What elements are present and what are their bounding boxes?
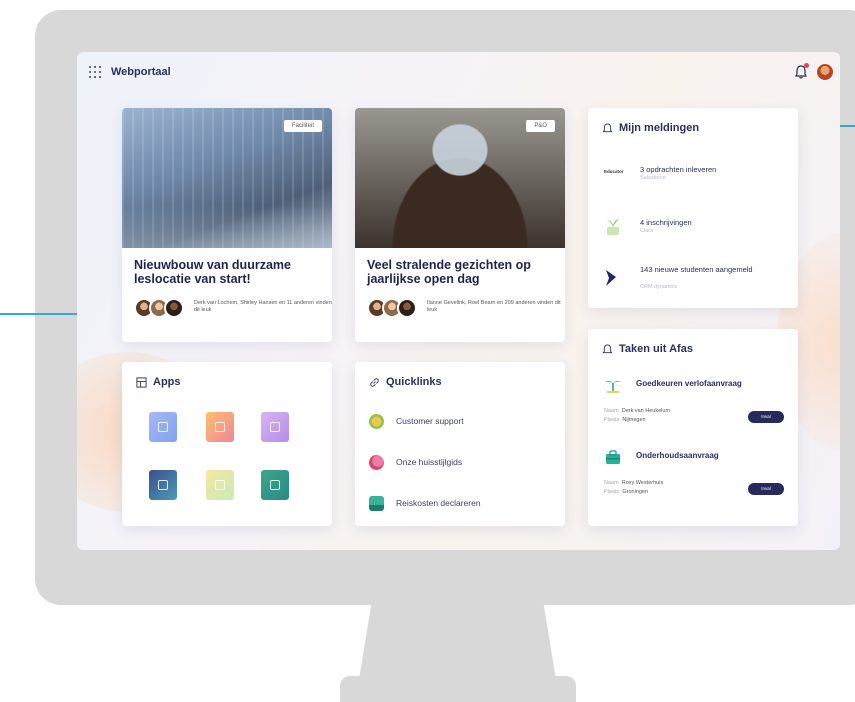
notifications-header: Mijn meldingen bbox=[602, 122, 699, 134]
app-title: Webportaal bbox=[111, 66, 171, 78]
notification-title: 3 opdrachten inleveren bbox=[640, 165, 717, 174]
task-action-button[interactable]: Inval bbox=[748, 483, 784, 495]
news-tag[interactable]: P&O bbox=[526, 120, 555, 132]
task-meta: Naam Derk van Heukelum Plaats Nijmegen bbox=[604, 408, 671, 423]
apps-title: Apps bbox=[153, 376, 181, 388]
plant-icon bbox=[604, 216, 626, 235]
apps-header: Apps bbox=[136, 376, 181, 388]
apps-panel: Apps bbox=[122, 362, 332, 526]
notification-title: 143 nieuwe studenten aangemeld bbox=[640, 265, 753, 274]
palm-tree-icon bbox=[604, 377, 622, 393]
bell-icon bbox=[602, 343, 613, 353]
app-launcher-icon[interactable] bbox=[89, 66, 101, 78]
notification-source: CRM dynamics bbox=[640, 284, 678, 290]
liker-avatars bbox=[367, 298, 421, 318]
link-icon bbox=[370, 377, 379, 387]
notification-bell-icon[interactable] bbox=[795, 63, 809, 79]
liker-avatars bbox=[134, 298, 188, 318]
quicklink-label: Customer support bbox=[396, 416, 464, 426]
news-title[interactable]: Nieuwbouw van duurzame leslocatie van st… bbox=[134, 258, 332, 286]
news-title[interactable]: Veel stralende gezichten op jaarlijkse o… bbox=[367, 258, 565, 286]
task-title: Goedkeuren verlofaanvraag bbox=[636, 379, 742, 388]
notification-dot bbox=[804, 63, 809, 68]
notifications-panel: Mijn meldingen Educator 3 opdrachten inl… bbox=[588, 108, 798, 308]
quicklinks-panel: Quicklinks Customer support Onze huissti… bbox=[355, 362, 565, 526]
toolbox-icon bbox=[604, 449, 622, 464]
quicklink-customer-support[interactable]: Customer support bbox=[369, 411, 464, 431]
top-bar: Webportaal bbox=[77, 52, 840, 92]
tasks-title: Taken uit Afas bbox=[619, 343, 693, 355]
app-tile-cloud[interactable] bbox=[261, 470, 289, 500]
notification-title: 4 inschrijvingen bbox=[640, 218, 692, 227]
task-action-button[interactable]: Inval bbox=[748, 411, 784, 423]
quicklink-label: Reiskosten declareren bbox=[396, 498, 481, 508]
quicklink-label: Onze huisstijlgids bbox=[396, 457, 463, 467]
notification-source: Salesforce bbox=[640, 175, 666, 181]
support-icon bbox=[369, 413, 384, 429]
task-meta: Naam Roxy Westerhuis Plaats Groningen bbox=[604, 480, 664, 495]
app-tile-save[interactable] bbox=[261, 412, 289, 442]
quicklinks-title: Quicklinks bbox=[386, 376, 442, 388]
dynamics-icon bbox=[604, 269, 626, 286]
user-avatar[interactable] bbox=[817, 64, 833, 80]
notification-source: Clara bbox=[640, 228, 654, 234]
app-tile-link[interactable] bbox=[149, 412, 177, 442]
app-tile-chat[interactable] bbox=[206, 412, 234, 442]
likes-text: Ilanne Gevelink, Roel Bearn en 209 ander… bbox=[427, 300, 561, 313]
quicklink-huisstijlgids[interactable]: Onze huisstijlgids bbox=[369, 452, 462, 472]
bell-icon bbox=[602, 122, 613, 132]
news-card[interactable]: Faciliteit Nieuwbouw van duurzame lesloc… bbox=[122, 108, 332, 342]
tasks-header: Taken uit Afas bbox=[602, 343, 693, 355]
quicklinks-header: Quicklinks bbox=[369, 376, 442, 388]
rocket-icon bbox=[369, 454, 384, 470]
likes-text: Derk van Lochem, Shirley Hansen en 11 an… bbox=[194, 300, 332, 313]
screen: Webportaal Faciliteit Nieuwbouw van duur… bbox=[77, 52, 840, 550]
task-title: Onderhoudsaanvraag bbox=[636, 451, 719, 460]
quicklink-reiskosten[interactable]: Reiskosten declareren bbox=[369, 493, 481, 513]
app-tile-note[interactable] bbox=[206, 470, 234, 500]
news-tag[interactable]: Faciliteit bbox=[283, 120, 322, 132]
monitor-stand-base bbox=[340, 676, 576, 702]
news-card[interactable]: P&O Veel stralende gezichten op jaarlijk… bbox=[355, 108, 565, 342]
bus-icon bbox=[369, 495, 384, 511]
apps-icon bbox=[136, 376, 147, 388]
app-tile-notebook[interactable] bbox=[149, 470, 177, 500]
tasks-panel: Taken uit Afas Goedkeuren verlofaanvraag… bbox=[588, 329, 798, 526]
educator-logo: Educator bbox=[604, 169, 624, 174]
notifications-title: Mijn meldingen bbox=[619, 122, 700, 134]
